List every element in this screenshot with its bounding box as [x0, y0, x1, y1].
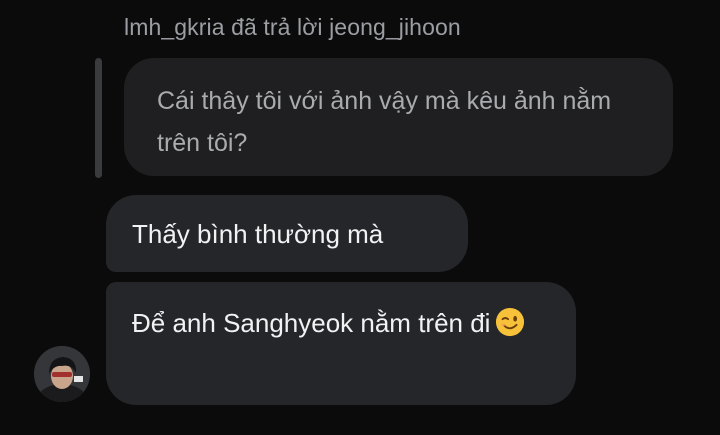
- reply-context-label: lmh_gkria đã trả lời jeong_jihoon: [124, 14, 461, 40]
- message-bubble[interactable]: Thấy bình thường mà: [106, 195, 468, 272]
- quoted-message-text: Cái thây tôi với ảnh vậy mà kêu ảnh nằm …: [157, 87, 612, 157]
- message-text: Để anh Sanghyeok nằm trên đi: [132, 308, 491, 338]
- message-text: Thấy bình thường mà: [132, 219, 384, 249]
- avatar[interactable]: [34, 346, 90, 402]
- message-bubble[interactable]: Để anh Sanghyeok nằm trên đi: [106, 282, 576, 405]
- quoted-message-bubble[interactable]: Cái thây tôi với ảnh vậy mà kêu ảnh nằm …: [124, 58, 673, 176]
- winking-face-icon: [496, 307, 525, 337]
- reply-indicator-bar: [95, 58, 102, 178]
- avatar-image: [34, 346, 90, 402]
